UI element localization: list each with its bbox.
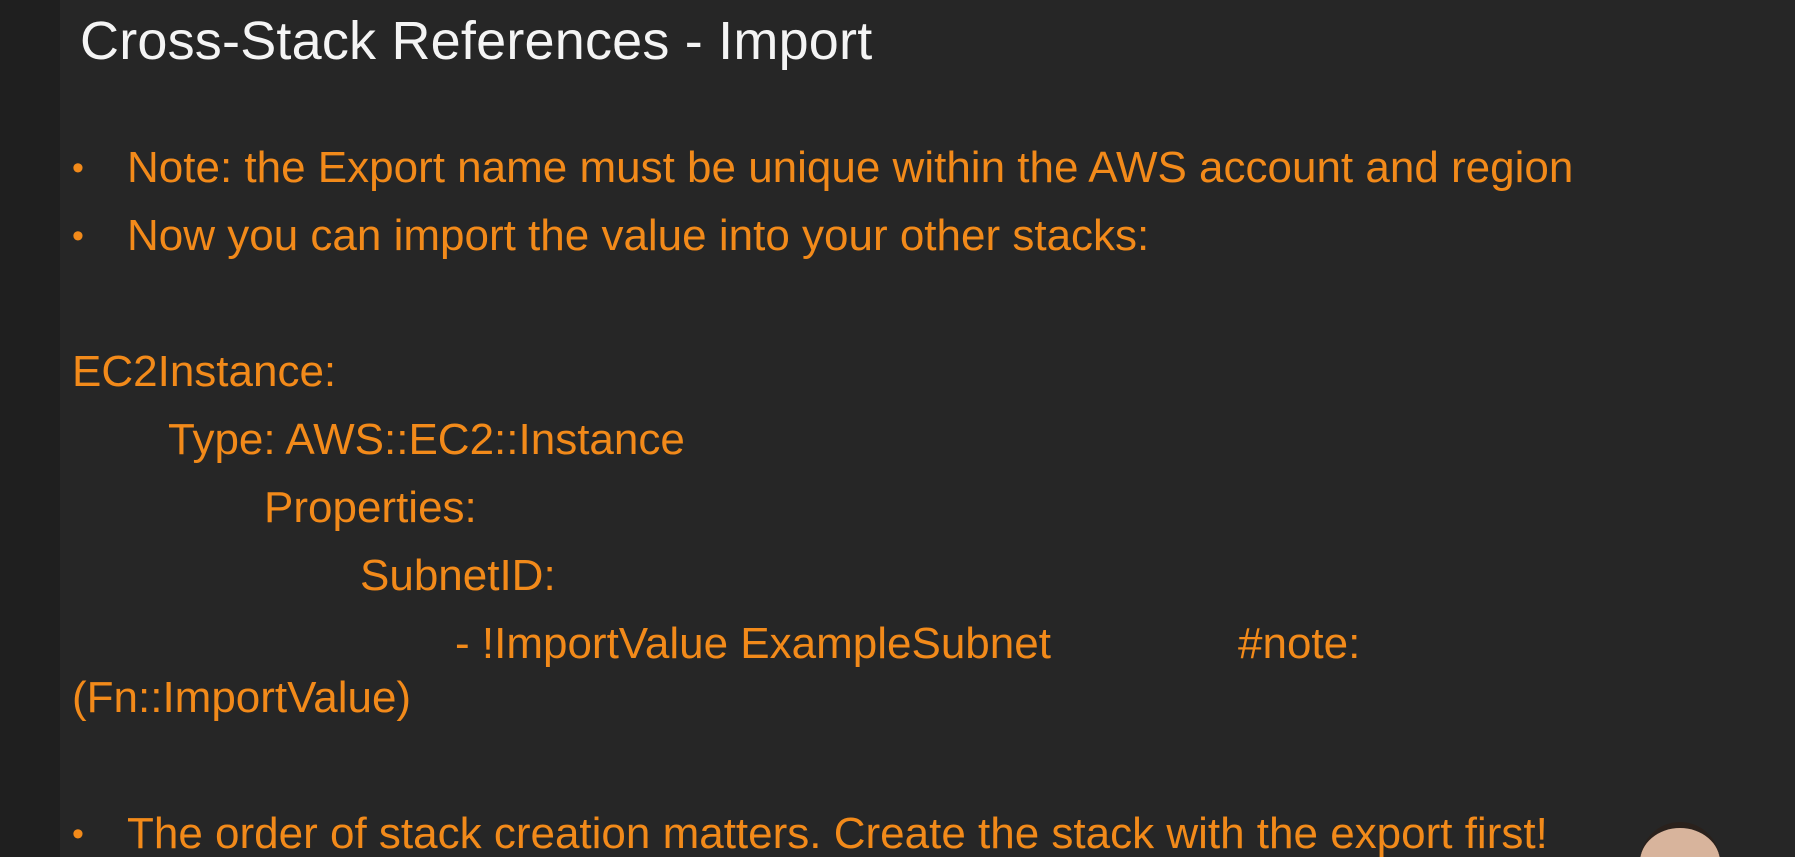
code-line-resource: EC2Instance: bbox=[72, 347, 337, 396]
code-line-type: Type: AWS::EC2::Instance bbox=[168, 415, 685, 464]
bullet-marker: • bbox=[72, 815, 84, 853]
code-line-importvalue: - !ImportValue ExampleSubnet bbox=[455, 619, 1051, 668]
bullet-order: • The order of stack creation matters. C… bbox=[72, 808, 1792, 857]
bullet-text: Note: the Export name must be unique wit… bbox=[127, 143, 1574, 192]
bullet-marker: • bbox=[72, 217, 84, 255]
bullet-marker: • bbox=[72, 149, 84, 187]
slide-title: Cross-Stack References - Import bbox=[80, 11, 873, 71]
left-margin-band bbox=[0, 0, 60, 857]
bullet-text: Now you can import the value into your o… bbox=[127, 211, 1150, 260]
bullet-note: • Note: the Export name must be unique w… bbox=[72, 142, 1792, 194]
slide: Cross-Stack References - Import • Note: … bbox=[0, 0, 1795, 857]
code-line-fn-importvalue: (Fn::ImportValue) bbox=[72, 673, 412, 722]
code-line-subnetid: SubnetID: bbox=[360, 551, 556, 600]
code-line-note-comment: #note: bbox=[1238, 619, 1361, 668]
bullet-text: The order of stack creation matters. Cre… bbox=[127, 809, 1548, 857]
code-line-properties: Properties: bbox=[264, 483, 477, 532]
bullet-import: • Now you can import the value into your… bbox=[72, 210, 1792, 262]
